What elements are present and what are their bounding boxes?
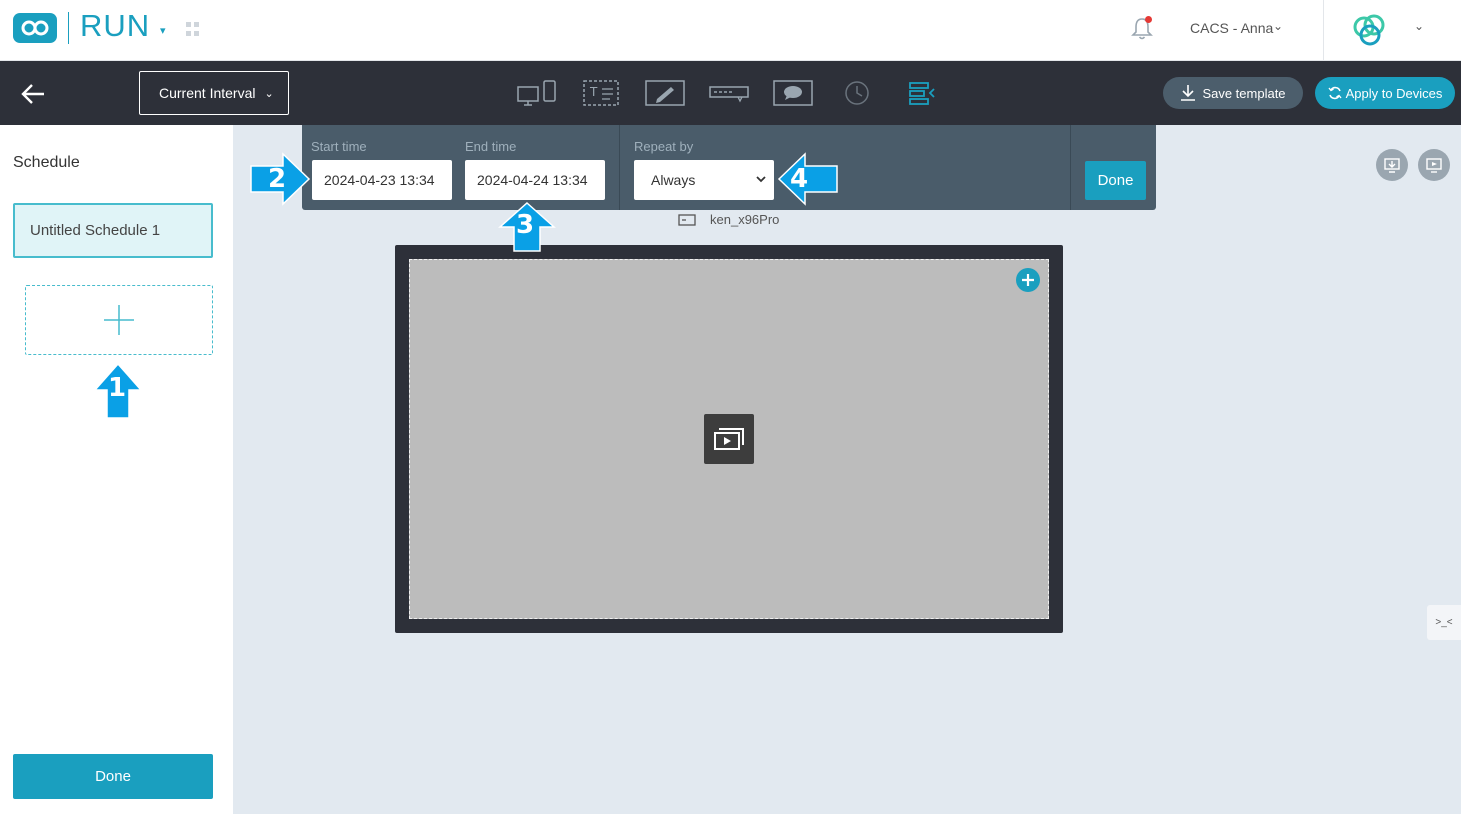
devices-icon[interactable] — [516, 77, 558, 109]
chevron-down-icon — [756, 176, 766, 183]
logo-divider — [68, 12, 69, 44]
apply-to-devices-label: Apply to Devices — [1345, 85, 1443, 101]
step-3-number: 3 — [516, 210, 535, 240]
device-screen-icon — [678, 213, 696, 226]
clock-widget-icon[interactable] — [836, 77, 878, 109]
layout-zone[interactable] — [409, 259, 1049, 619]
app-name[interactable]: RUN — [80, 8, 150, 44]
app-switch-caret-icon[interactable]: ▾ — [160, 24, 166, 37]
repeat-by-value: Always — [651, 172, 696, 188]
export-icon[interactable] — [1376, 149, 1408, 181]
repeat-by-label: Repeat by — [634, 139, 694, 154]
editor-toolbar: Current Interval ⌄ T Save template Apply… — [0, 61, 1461, 125]
step-2-number: 2 — [268, 164, 287, 194]
download-icon — [1181, 85, 1196, 101]
message-widget-icon[interactable] — [772, 77, 814, 109]
ticker-widget-icon[interactable] — [708, 77, 750, 109]
back-arrow-icon[interactable] — [20, 81, 46, 107]
end-time-label: End time — [465, 139, 517, 154]
header-divider — [1323, 0, 1324, 61]
preview-screen-icon[interactable] — [1418, 149, 1450, 181]
sync-icon — [1328, 86, 1342, 100]
step-1-number: 1 — [108, 373, 127, 403]
step-4-number: 4 — [790, 164, 809, 194]
interval-select[interactable]: Current Interval ⌄ — [139, 71, 289, 115]
add-schedule-button[interactable] — [25, 285, 213, 355]
media-playlist-icon[interactable] — [704, 414, 754, 464]
text-widget-icon[interactable]: T — [580, 77, 622, 109]
sidebar-title: Schedule — [13, 154, 80, 171]
save-template-label: Save template — [1202, 85, 1286, 101]
panel-done-button[interactable]: Done — [1085, 161, 1146, 200]
schedule-item[interactable]: Untitled Schedule 1 — [13, 203, 213, 258]
screen-frame — [395, 245, 1063, 633]
user-menu-chevron-icon[interactable]: ⌄ — [1273, 19, 1283, 33]
org-menu-chevron-icon[interactable]: ⌄ — [1414, 19, 1424, 33]
schedule-sidebar: Schedule Untitled Schedule 1 Done — [0, 125, 233, 814]
schedule-widget-icon[interactable] — [900, 77, 942, 109]
chevron-down-icon: ⌄ — [264, 87, 274, 100]
save-template-button[interactable]: Save template — [1163, 77, 1303, 109]
svg-text:T: T — [589, 85, 598, 99]
logo-icon[interactable] — [13, 13, 57, 43]
user-name[interactable]: CACS - Anna — [1190, 20, 1273, 36]
device-label: ken_x96Pro — [678, 212, 779, 227]
interval-select-label: Current Interval — [159, 85, 256, 101]
apps-grid-icon[interactable] — [186, 22, 200, 36]
panel-divider — [619, 125, 620, 210]
repeat-by-select[interactable]: Always — [634, 160, 774, 200]
brand-logo-icon[interactable] — [1350, 12, 1390, 48]
top-header: RUN ▾ CACS - Anna ⌄ ⌄ — [0, 0, 1461, 61]
notification-dot — [1145, 16, 1152, 23]
schedule-time-panel: Start time 2024-04-23 13:34 End time 202… — [302, 125, 1156, 210]
side-panel-toggle[interactable]: >_< — [1427, 605, 1461, 640]
draw-widget-icon[interactable] — [644, 77, 686, 109]
start-time-input[interactable]: 2024-04-23 13:34 — [312, 160, 452, 200]
end-time-input[interactable]: 2024-04-24 13:34 — [465, 160, 605, 200]
sidebar-done-button[interactable]: Done — [13, 754, 213, 799]
plus-icon — [104, 305, 134, 335]
apply-to-devices-button[interactable]: Apply to Devices — [1315, 77, 1455, 109]
panel-divider — [1070, 125, 1071, 210]
start-time-label: Start time — [311, 139, 367, 154]
device-name: ken_x96Pro — [710, 212, 780, 227]
add-content-icon[interactable] — [1016, 268, 1040, 292]
